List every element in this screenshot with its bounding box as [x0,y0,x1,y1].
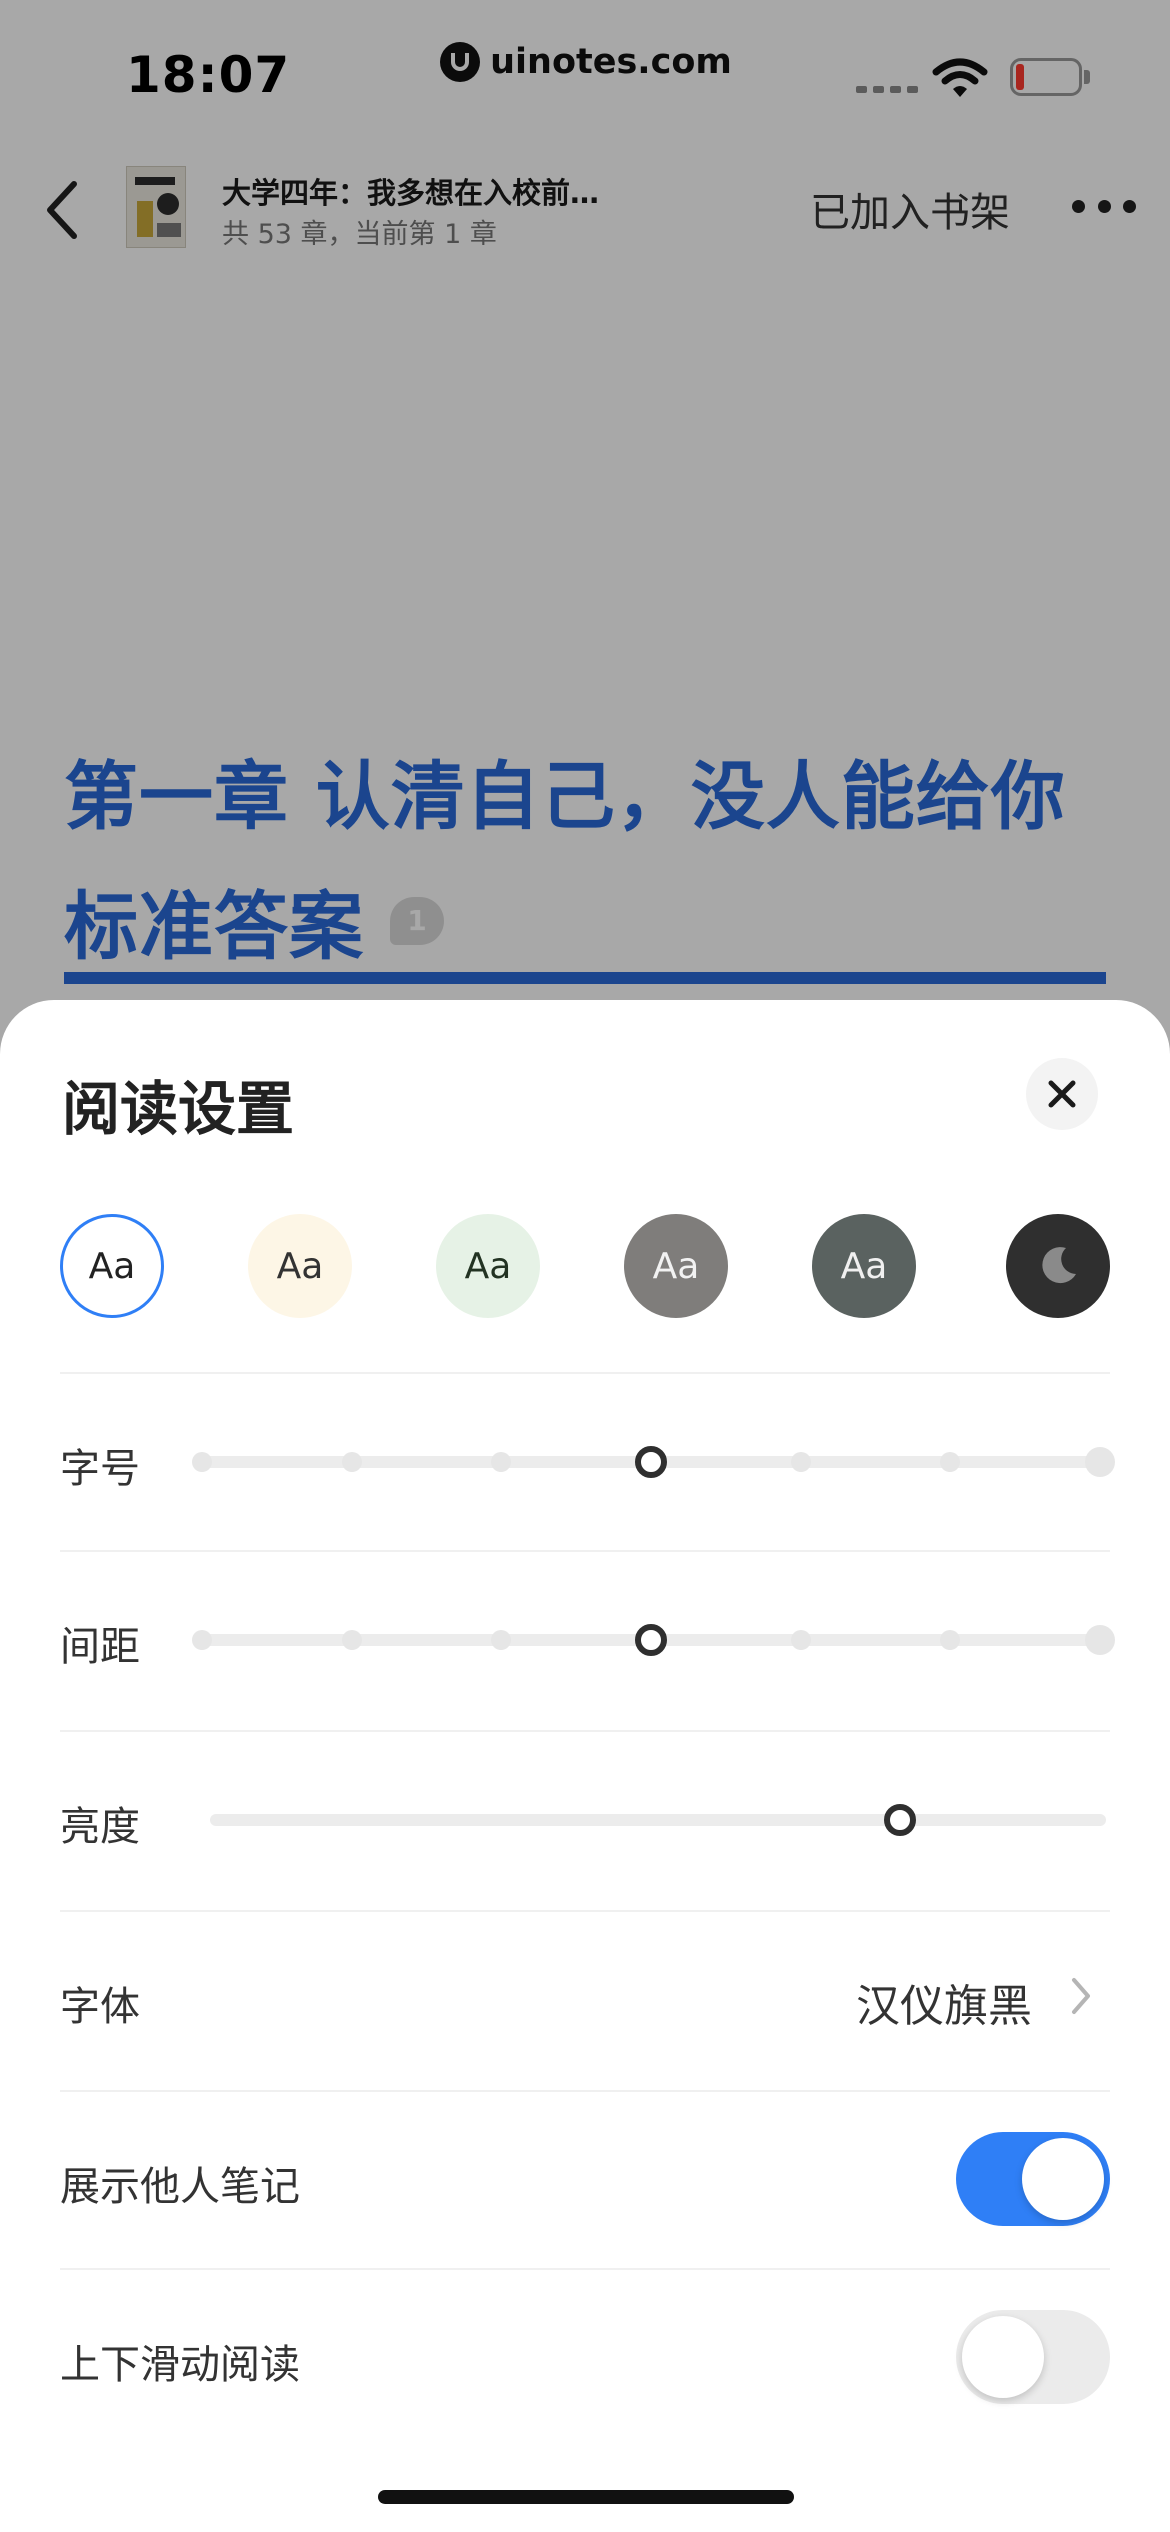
show-notes-row: 展示他人笔记 [60,2090,1110,2268]
close-button[interactable] [1026,1058,1098,1130]
slider-step[interactable] [192,1630,212,1650]
reading-settings-sheet: 阅读设置 Aa Aa Aa Aa Aa 字号 间距 亮度 字体 汉仪旗黑 展示他… [0,1000,1170,2532]
vertical-scroll-label: 上下滑动阅读 [60,2342,300,2388]
brightness-track[interactable] [210,1814,1106,1826]
theme-swatch[interactable]: Aa [624,1214,728,1318]
slider-step[interactable] [1085,1447,1115,1477]
home-indicator[interactable] [378,2490,794,2504]
slider-thumb[interactable] [635,1624,667,1656]
brightness-label: 亮度 [60,1804,140,1850]
vertical-scroll-row: 上下滑动阅读 [60,2268,1110,2446]
slider-step[interactable] [192,1452,212,1472]
theme-swatch-label: Aa [88,1245,136,1287]
theme-swatch-label: Aa [464,1245,512,1287]
close-icon [1048,1080,1076,1108]
slider-step[interactable] [491,1630,512,1650]
show-notes-toggle[interactable] [956,2132,1110,2226]
moon-icon [1042,1247,1076,1284]
slider-step[interactable] [1085,1625,1115,1655]
theme-swatch-label: Aa [276,1245,324,1287]
theme-swatch[interactable]: Aa [436,1214,540,1318]
theme-swatch[interactable]: Aa [60,1214,164,1318]
spacing-label: 间距 [60,1624,140,1670]
brightness-row: 亮度 [60,1730,1110,1908]
chevron-right-icon [1072,1978,1090,2014]
slider-step[interactable] [790,1630,811,1650]
slider-thumb[interactable] [635,1446,667,1478]
theme-swatch[interactable]: Aa [812,1214,916,1318]
toggle-thumb [1022,2138,1104,2220]
slider-step[interactable] [940,1452,961,1472]
slider-step[interactable] [940,1630,961,1650]
font-label: 字体 [60,1984,140,2030]
font-size-label: 字号 [60,1446,140,1492]
theme-swatch-dark[interactable] [1006,1214,1110,1318]
spacing-row: 间距 [60,1550,1115,1728]
brightness-slider-thumb[interactable] [883,1804,916,1836]
slider-step[interactable] [790,1452,811,1472]
font-value: 汉仪旗黑 [856,1981,1032,2032]
theme-swatch-label: Aa [652,1245,700,1287]
theme-swatch-label: Aa [840,1245,888,1287]
theme-swatch[interactable]: Aa [248,1214,352,1318]
vertical-scroll-toggle[interactable] [956,2310,1110,2404]
slider-step[interactable] [491,1452,512,1472]
slider-step[interactable] [341,1630,362,1650]
theme-selector: Aa Aa Aa Aa Aa [60,1214,1110,1320]
slider-step[interactable] [341,1452,362,1472]
show-notes-label: 展示他人笔记 [60,2164,300,2210]
font-size-row: 字号 [60,1372,1115,1550]
screen: 18:07 uinotes.com 大学四年：我多想在入校前… 共 53 章，当… [0,0,1170,2532]
sheet-title: 阅读设置 [62,1075,295,1143]
font-row[interactable]: 字体 汉仪旗黑 [60,1910,1110,2088]
toggle-thumb [962,2316,1044,2398]
